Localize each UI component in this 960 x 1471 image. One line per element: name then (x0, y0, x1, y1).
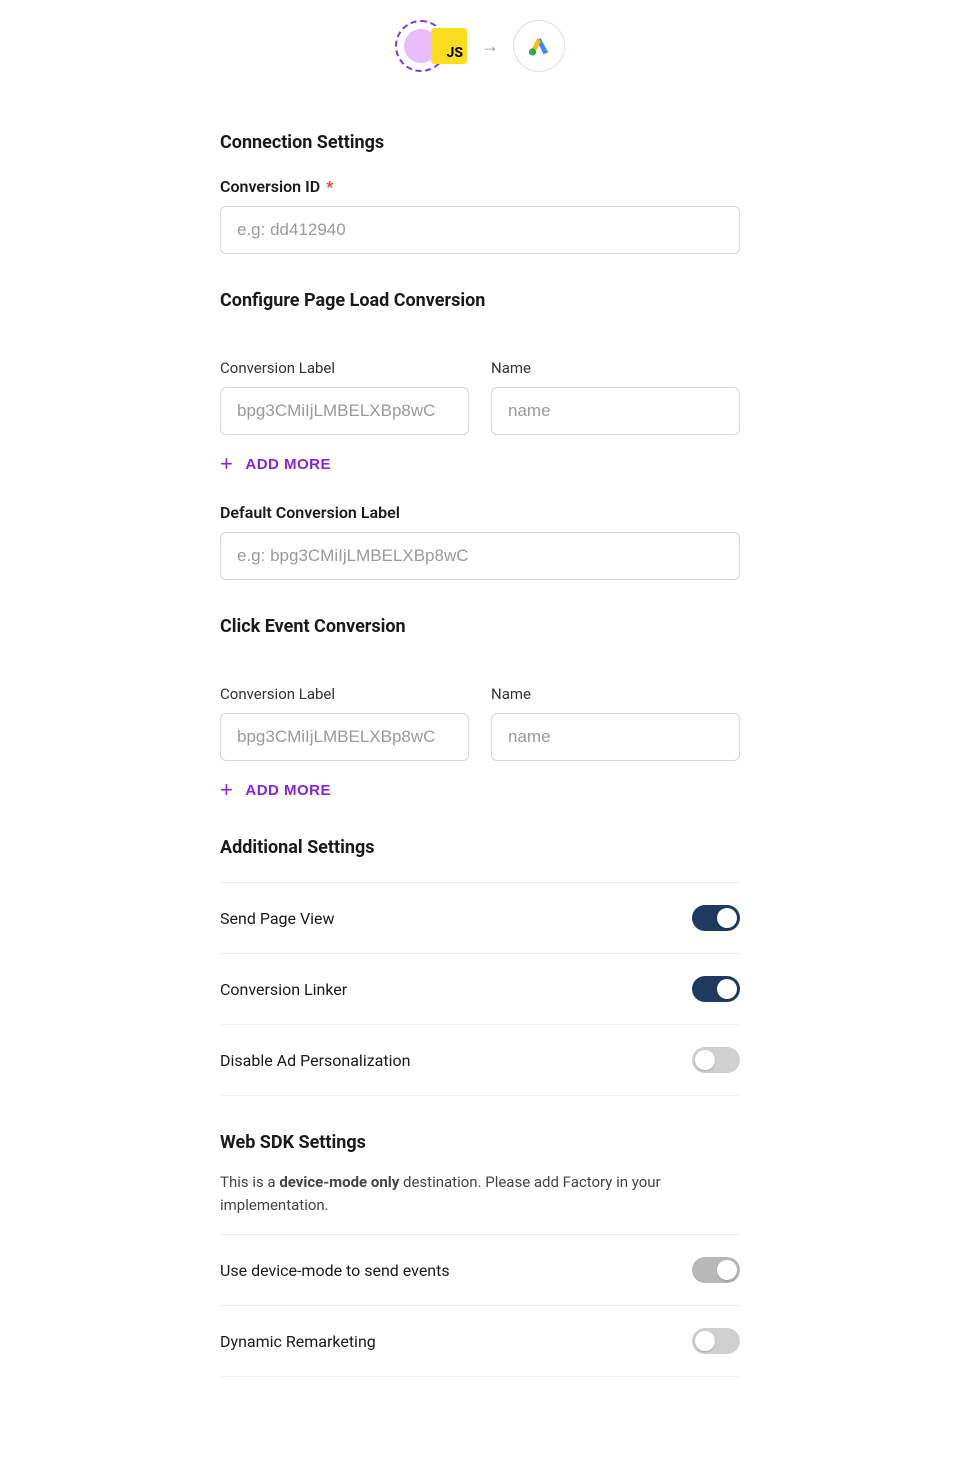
sdk-settings-heading: Web SDK Settings (220, 1132, 740, 1153)
click-event-add-more-button[interactable]: + ADD MORE (220, 779, 331, 801)
additional-setting-toggle[interactable] (692, 976, 740, 1002)
page-load-add-more-button[interactable]: + ADD MORE (220, 453, 331, 475)
additional-setting-label: Conversion Linker (220, 980, 347, 999)
sdk-setting-label: Dynamic Remarketing (220, 1332, 376, 1351)
js-chip-icon: JS (431, 28, 467, 64)
page-load-name-label: Name (491, 359, 740, 377)
additional-setting-toggle[interactable] (692, 1047, 740, 1073)
sdk-setting-row: Use device-mode to send events (220, 1234, 740, 1306)
conversion-id-input[interactable] (220, 206, 740, 254)
conversion-id-label: Conversion ID * (220, 177, 740, 196)
required-asterisk: * (326, 177, 333, 196)
page-load-name-input[interactable] (491, 387, 740, 435)
additional-settings-heading: Additional Settings (220, 837, 740, 858)
sdk-setting-toggle[interactable] (692, 1257, 740, 1283)
toggle-knob (695, 1050, 715, 1070)
sdk-note-prefix: This is a (220, 1173, 279, 1191)
integration-flow: JS → (220, 16, 740, 76)
additional-setting-row: Disable Ad Personalization (220, 1025, 740, 1096)
additional-setting-label: Send Page View (220, 909, 335, 928)
page-load-conversion-input[interactable] (220, 387, 469, 435)
add-more-label: ADD MORE (245, 782, 331, 799)
default-conversion-label: Default Conversion Label (220, 503, 740, 522)
plus-icon: + (220, 453, 233, 475)
default-conversion-input[interactable] (220, 532, 740, 580)
toggle-knob (717, 908, 737, 928)
additional-setting-row: Send Page View (220, 882, 740, 954)
sdk-setting-label: Use device-mode to send events (220, 1261, 450, 1280)
click-event-name-label: Name (491, 685, 740, 703)
toggle-knob (717, 979, 737, 999)
toggle-knob (695, 1331, 715, 1351)
google-ads-icon (528, 35, 550, 57)
connection-settings-heading: Connection Settings (220, 132, 740, 153)
add-more-label: ADD MORE (245, 456, 331, 473)
sdk-setting-toggle[interactable] (692, 1328, 740, 1354)
plus-icon: + (220, 779, 233, 801)
toggle-knob (717, 1260, 737, 1280)
page-load-heading: Configure Page Load Conversion (220, 290, 740, 311)
arrow-icon: → (481, 36, 499, 57)
sdk-note: This is a device-mode only destination. … (220, 1171, 740, 1216)
sdk-setting-row: Dynamic Remarketing (220, 1306, 740, 1377)
additional-setting-toggle[interactable] (692, 905, 740, 931)
destination-badge (513, 20, 565, 72)
additional-setting-label: Disable Ad Personalization (220, 1051, 410, 1070)
source-badge: JS (395, 20, 447, 72)
sdk-note-bold: device-mode only (279, 1173, 399, 1191)
click-event-name-input[interactable] (491, 713, 740, 761)
conversion-id-label-text: Conversion ID (220, 177, 320, 196)
additional-setting-row: Conversion Linker (220, 954, 740, 1025)
click-event-conversion-label: Conversion Label (220, 685, 469, 703)
click-event-heading: Click Event Conversion (220, 616, 740, 637)
click-event-conversion-input[interactable] (220, 713, 469, 761)
page-load-conversion-label: Conversion Label (220, 359, 469, 377)
